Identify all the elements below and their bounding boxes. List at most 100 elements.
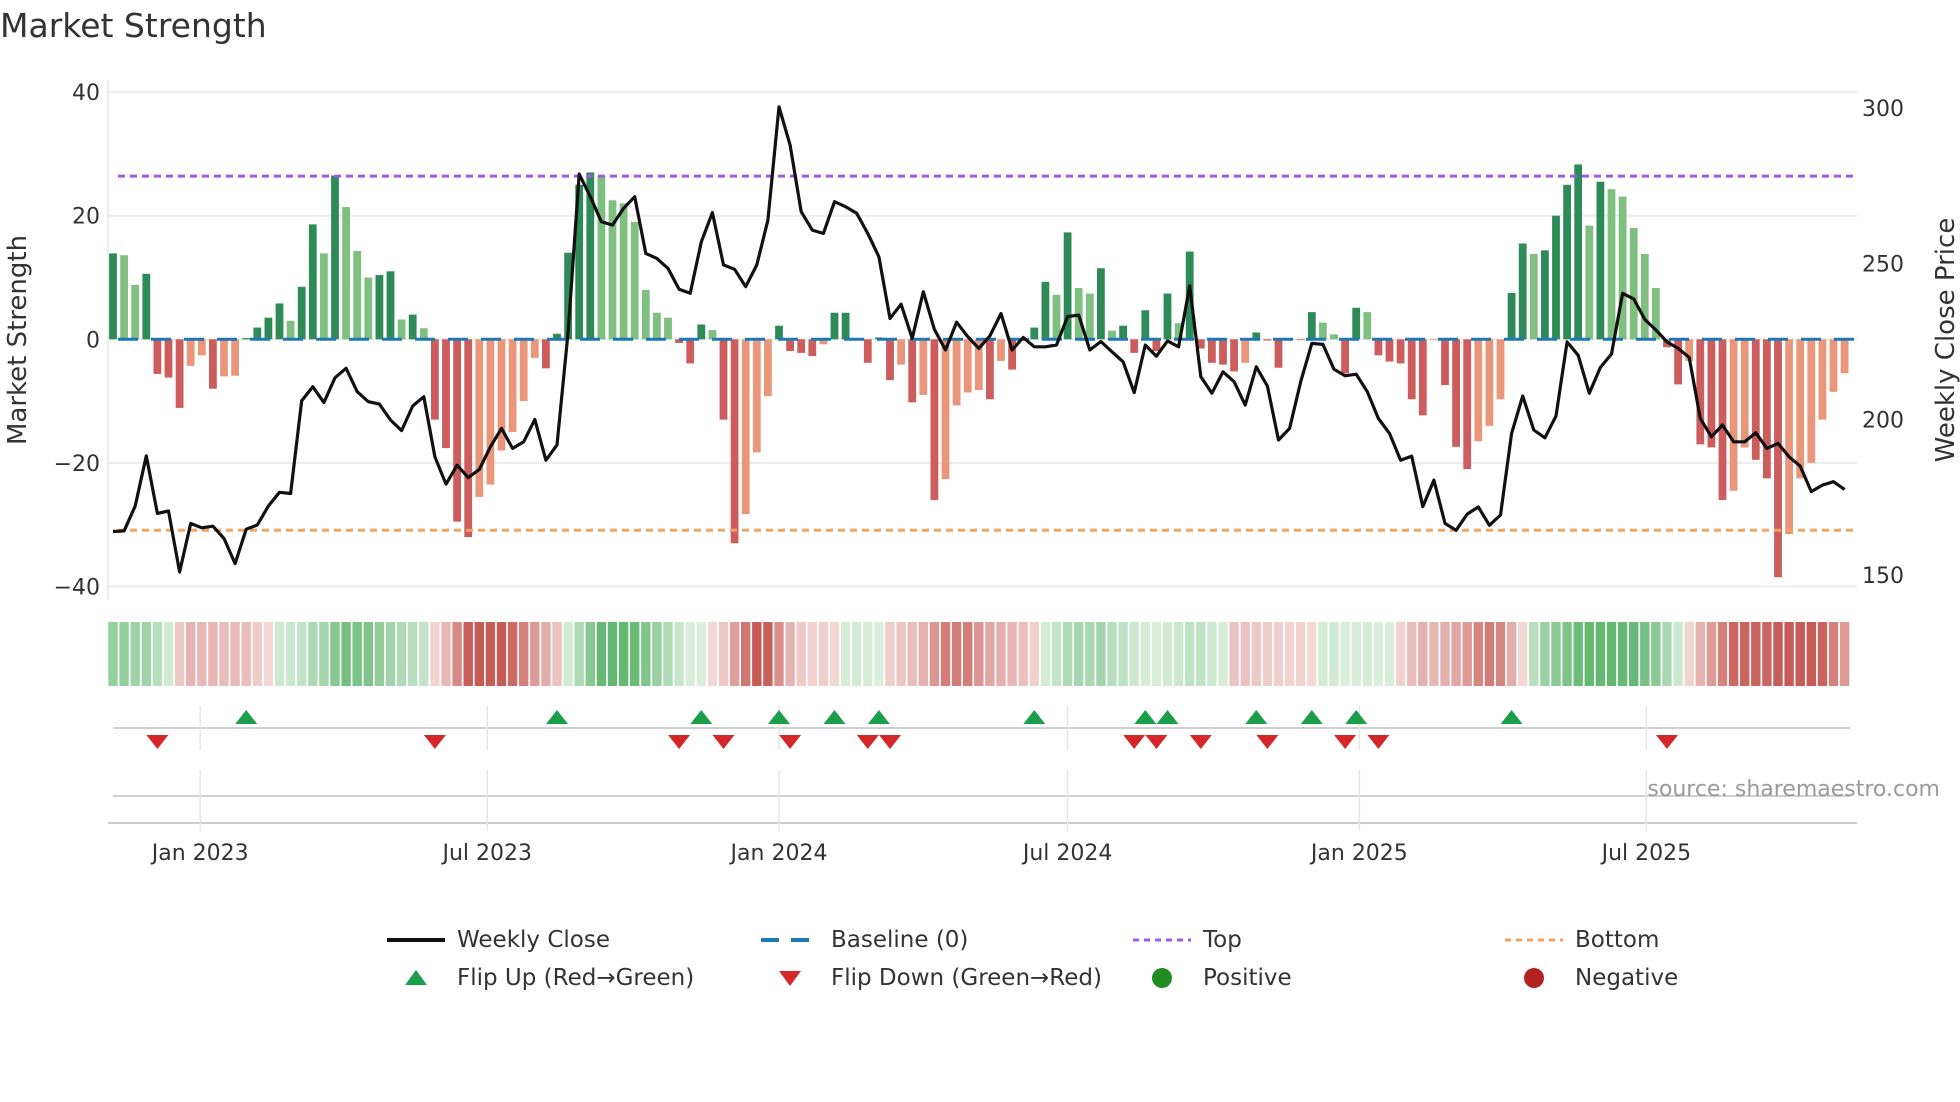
bar-positive [1541, 250, 1549, 340]
band-cell-positive [1573, 622, 1583, 686]
bar-positive [242, 338, 251, 340]
y2-tick-label: 250 [1862, 253, 1904, 278]
band-cell-positive [1662, 622, 1672, 686]
band-cell-positive [663, 622, 673, 686]
band-cell-negative [1706, 622, 1717, 686]
strength-bars [109, 164, 1849, 578]
flip-down-marker [668, 735, 691, 749]
bar-negative [686, 339, 695, 364]
band-cell-negative [1240, 622, 1250, 686]
band-cell-negative [1828, 622, 1839, 686]
band-cell-positive [1373, 622, 1384, 686]
bar-positive [1330, 334, 1338, 340]
bar-positive [109, 253, 117, 340]
market-strength-chart: 40200−20−40300250200150 Jan 2023 Jul 2023… [3, 80, 1960, 866]
flip-down-marker [146, 735, 169, 749]
band-cell-negative [763, 622, 773, 686]
bar-negative [1751, 339, 1760, 460]
bar-negative [1818, 339, 1827, 420]
band-cell-negative [1806, 622, 1816, 686]
bar-negative [808, 339, 817, 356]
flip-up-marker [867, 710, 890, 724]
band-cell-negative [1473, 622, 1483, 686]
bar-positive [841, 312, 850, 340]
bar-negative [1496, 339, 1505, 400]
band-cell-positive [1629, 622, 1639, 686]
bar-negative [464, 339, 473, 538]
bar-negative [764, 339, 772, 397]
bar-positive [775, 325, 783, 340]
band-cell-positive [1074, 622, 1084, 686]
band-cell-negative [1751, 622, 1761, 686]
band-cell-positive [1107, 622, 1117, 686]
band-cell-negative [519, 622, 529, 686]
band-cell-positive [585, 622, 595, 686]
band-cell-positive [607, 622, 618, 686]
flip-up-marker [1023, 710, 1046, 724]
band-cell-positive [152, 622, 163, 686]
band-cell-positive [141, 622, 151, 686]
flip-up-marker [1300, 710, 1323, 724]
band-cell-negative [996, 622, 1006, 686]
band-cell-positive [596, 622, 607, 686]
band-cell-positive [130, 622, 140, 686]
flip-markers: Jan 2023 Jul 2023 Jan 2024 Jul 2024 Jan 2025… [108, 706, 1857, 866]
band-cell-negative [1495, 622, 1506, 686]
band-cell-negative [774, 622, 784, 686]
band-cell-positive [330, 622, 340, 686]
bar-positive [1529, 254, 1538, 340]
band-cell-negative [263, 622, 274, 686]
band-cell-negative [985, 622, 995, 686]
bar-positive [653, 312, 661, 340]
bar-positive [1097, 268, 1105, 340]
bar-negative [1785, 339, 1793, 534]
flip-down-marker [1656, 735, 1678, 749]
bar-negative [941, 339, 950, 479]
band-cell-negative [940, 622, 951, 686]
bar-negative [1396, 339, 1405, 364]
bar-negative [1230, 339, 1238, 372]
bar-negative [1718, 339, 1727, 500]
bar-negative [197, 339, 206, 356]
bar-negative [175, 339, 184, 408]
bar-negative [453, 339, 461, 522]
bar-negative [963, 339, 972, 393]
band-cell-negative [1451, 622, 1461, 686]
bar-negative [1740, 339, 1749, 448]
bar-negative [1341, 339, 1349, 374]
bar-positive [1363, 312, 1372, 340]
band-cell-positive [852, 622, 862, 686]
bar-negative [530, 339, 539, 358]
band-cell-negative [1273, 622, 1284, 686]
bar-negative [886, 339, 894, 381]
band-cell-negative [186, 622, 196, 686]
band-cell-negative [463, 622, 473, 686]
bar-negative [752, 339, 761, 453]
bar-negative [908, 339, 917, 403]
bar-negative [930, 339, 939, 500]
band-cell-positive [308, 622, 318, 686]
bar-negative [1296, 339, 1305, 341]
band-cell-positive [696, 622, 706, 686]
band-cell-negative [963, 622, 973, 686]
band-cell-negative [252, 622, 262, 686]
bar-negative [919, 339, 928, 395]
band-cell-negative [530, 622, 540, 686]
band-cell-positive [1617, 622, 1628, 686]
band-cell-positive [1673, 622, 1683, 686]
bar-negative [1485, 339, 1494, 426]
bar-negative [1274, 339, 1283, 368]
band-cell-positive [1340, 622, 1350, 686]
bar-negative [719, 339, 728, 420]
band-cell-positive [863, 622, 873, 686]
y-tick-label: −40 [54, 576, 100, 601]
band-cell-negative [796, 622, 806, 686]
band-cell-negative [1784, 622, 1794, 686]
band-cell-positive [408, 622, 418, 686]
flip-down-marker [856, 735, 879, 749]
bar-positive [664, 317, 672, 340]
bar-positive [619, 203, 628, 340]
band-cell-negative [718, 622, 729, 686]
bar-negative [231, 339, 239, 376]
bar-positive [1629, 228, 1638, 340]
